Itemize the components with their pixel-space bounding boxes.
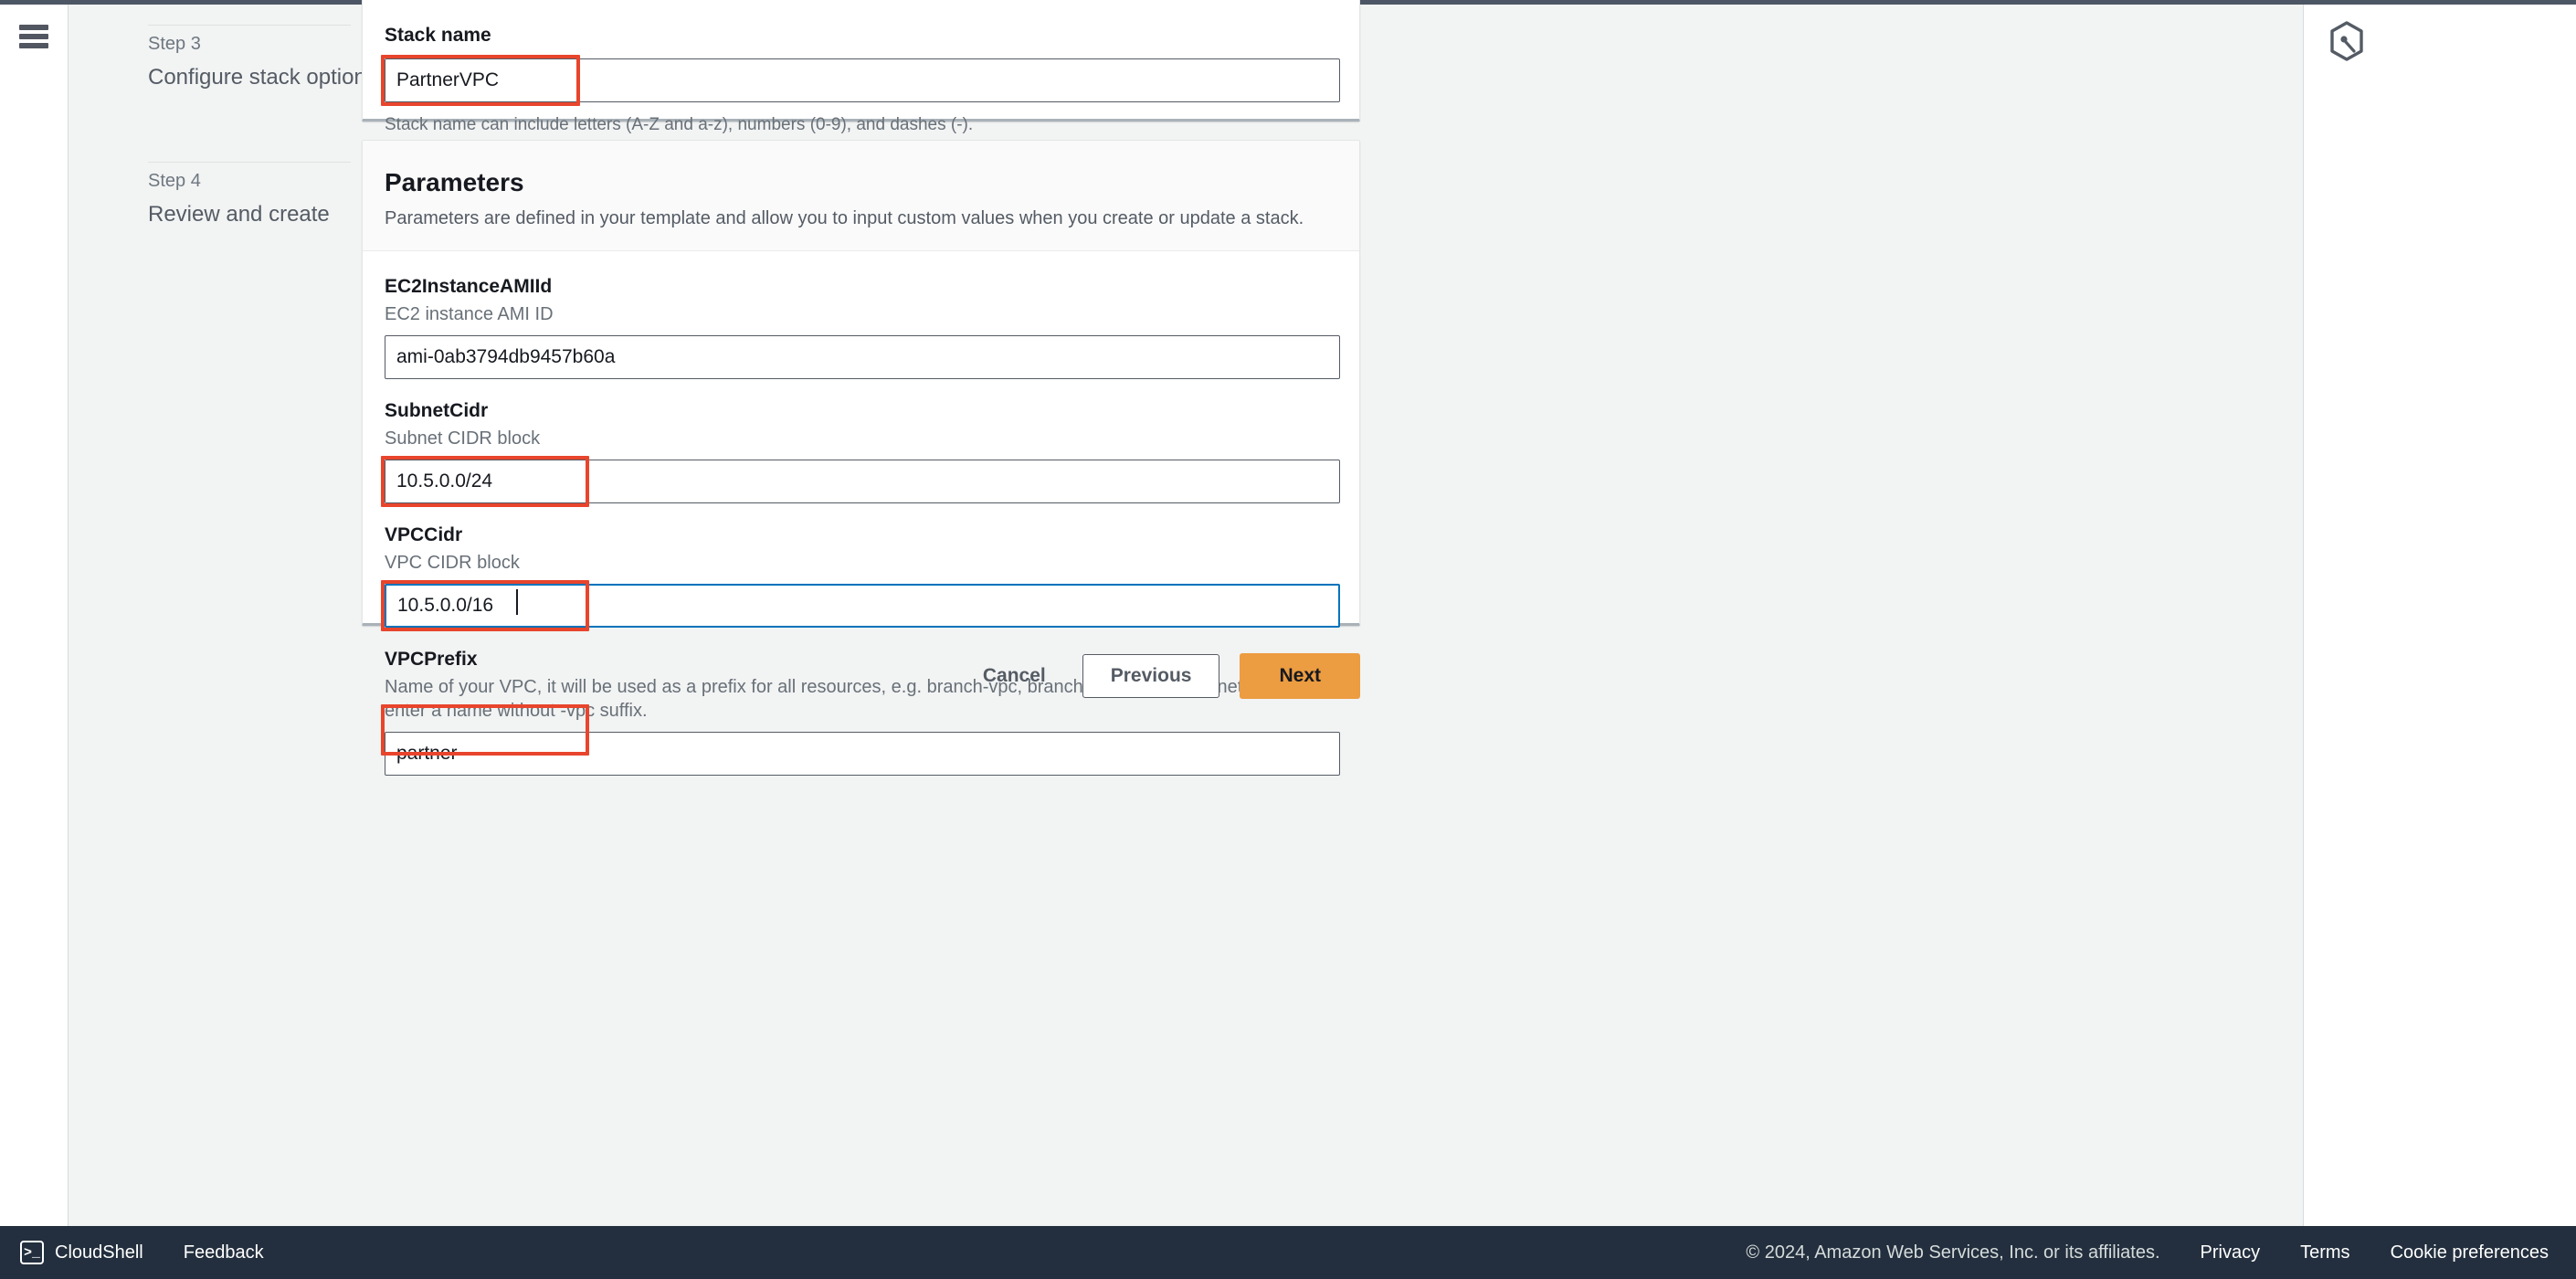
wizard-step-3-number: Step 3 — [148, 34, 201, 54]
wizard-step-sidebar: Step 3 Configure stack options Step 4 Re… — [69, 5, 377, 1226]
cloudshell-icon: >_ — [20, 1241, 44, 1264]
parameter-name-subnetcidr: SubnetCidr — [385, 400, 489, 421]
parameter-input-ec2instanceamiid[interactable] — [385, 335, 1340, 379]
wizard-divider-top — [148, 25, 351, 26]
main-content: Stack name Stack name can include letter… — [362, 0, 2302, 1226]
stack-name-label: Stack name — [385, 25, 491, 46]
parameter-input-vpccidr[interactable] — [385, 584, 1340, 628]
cloudshell-button[interactable]: >_ CloudShell — [20, 1241, 143, 1264]
wizard-step-3[interactable]: Step 3 Configure stack options — [148, 32, 377, 92]
wizard-step-4-title: Review and create — [148, 202, 330, 227]
stack-name-hint: Stack name can include letters (A-Z and … — [385, 115, 974, 134]
cookie-preferences-link[interactable]: Cookie preferences — [2391, 1242, 2549, 1263]
parameters-title: Parameters — [385, 168, 524, 196]
wizard-step-4-number: Step 4 — [148, 171, 201, 191]
parameter-name-vpccidr: VPCCidr — [385, 524, 463, 545]
wizard-step-3-title: Configure stack options — [148, 65, 377, 90]
feedback-link[interactable]: Feedback — [184, 1242, 264, 1263]
left-rail — [0, 5, 69, 1226]
parameter-description-vpccidr: VPC CIDR block — [385, 553, 520, 573]
parameters-header: Parameters Parameters are defined in you… — [363, 141, 1359, 251]
terms-link[interactable]: Terms — [2300, 1242, 2349, 1263]
footer-left-group: >_ CloudShell Feedback — [0, 1241, 264, 1264]
wizard-action-bar: Cancel Previous Next — [362, 644, 1360, 708]
copyright-text: © 2024, Amazon Web Services, Inc. or its… — [1746, 1242, 2160, 1263]
parameter-row-vpccidr: VPCCidr VPC CIDR block — [381, 523, 1340, 631]
parameter-description-subnetcidr: Subnet CIDR block — [385, 428, 541, 449]
parameter-row-subnetcidr: SubnetCidr Subnet CIDR block — [381, 399, 1340, 507]
wizard-step-4[interactable]: Step 4 Review and create — [148, 169, 330, 229]
parameters-card: Parameters Parameters are defined in you… — [362, 140, 1360, 776]
next-button[interactable]: Next — [1240, 653, 1360, 699]
footer-bar: >_ CloudShell Feedback © 2024, Amazon We… — [0, 1226, 2576, 1279]
wizard-divider-middle — [148, 162, 351, 163]
parameter-input-vpcprefix[interactable] — [385, 732, 1340, 776]
parameter-description-ec2instanceamiid: EC2 instance AMI ID — [385, 304, 554, 324]
cloudformation-specify-stack-details-page: Step 3 Configure stack options Step 4 Re… — [0, 0, 2576, 1279]
parameters-body: EC2InstanceAMIId EC2 instance AMI ID Sub… — [363, 251, 1359, 798]
hamburger-menu-icon[interactable] — [19, 25, 48, 48]
q-assistant-icon[interactable] — [2328, 21, 2365, 66]
parameter-row-ec2instanceamiid: EC2InstanceAMIId EC2 instance AMI ID — [385, 275, 1340, 379]
text-caret-vpccidr — [516, 589, 518, 615]
stack-name-card: Stack name Stack name can include letter… — [362, 0, 1360, 134]
cancel-button[interactable]: Cancel — [966, 656, 1062, 696]
parameter-input-subnetcidr[interactable] — [385, 460, 1340, 503]
parameters-description: Parameters are defined in your template … — [385, 208, 1304, 228]
footer-right-group: © 2024, Amazon Web Services, Inc. or its… — [1746, 1242, 2576, 1263]
parameter-name-ec2instanceamiid: EC2InstanceAMIId — [385, 276, 553, 297]
cloudshell-label: CloudShell — [55, 1242, 143, 1263]
right-help-panel — [2303, 5, 2576, 1226]
privacy-link[interactable]: Privacy — [2201, 1242, 2261, 1263]
previous-button[interactable]: Previous — [1082, 654, 1220, 698]
stack-name-input[interactable] — [385, 58, 1340, 102]
